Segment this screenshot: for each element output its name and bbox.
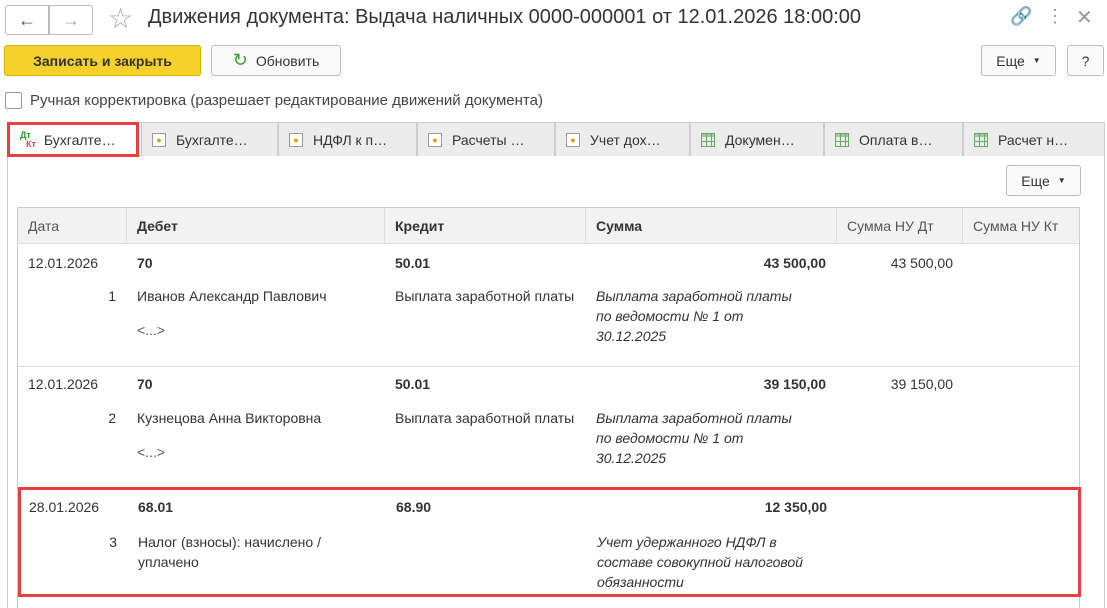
tab-label: Бухгалте… — [43, 131, 116, 148]
sum: 39 150,00 — [763, 376, 826, 392]
tab-settlements[interactable]: ● Расчеты … — [417, 122, 555, 156]
debit-subconto: Иванов Александр Павлович — [137, 288, 327, 304]
col-credit[interactable]: Кредит — [385, 208, 586, 244]
register-coins-icon: ● — [566, 132, 580, 147]
tab-label: Расчеты … — [452, 131, 525, 148]
col-sum[interactable]: Сумма — [586, 208, 837, 244]
col-debit[interactable]: Дебет — [127, 208, 385, 244]
movements-table: Дата Дебет Кредит Сумма Сумма НУ Дт Сумм… — [17, 207, 1081, 608]
row-number: 1 — [108, 288, 116, 304]
col-sum-nu-kt[interactable]: Сумма НУ Кт — [963, 208, 1081, 244]
dt-kt-icon: Дт Кт — [20, 129, 36, 149]
register-coins-icon: ● — [428, 132, 442, 147]
save-and-close-button[interactable]: Записать и закрыть — [4, 45, 201, 76]
help-button[interactable]: ? — [1067, 45, 1104, 76]
more-button[interactable]: Еще ▼ — [981, 45, 1056, 76]
row-date: 12.01.2026 — [28, 255, 99, 271]
tab-documents[interactable]: Докумен… — [690, 122, 824, 156]
debit-account: 68.01 — [138, 499, 174, 515]
table-header: Дата Дебет Кредит Сумма Сумма НУ Дт Сумм… — [18, 208, 1079, 244]
col-sum-nu-dt[interactable]: Сумма НУ Дт — [837, 208, 963, 244]
register-coins-icon: ● — [289, 132, 303, 147]
close-icon[interactable]: ✕ — [1076, 5, 1093, 30]
tab-accounting-2[interactable]: ● Бухгалте… — [141, 122, 278, 156]
sum-nu-dt: 39 150,00 — [890, 376, 953, 392]
tab-label: Расчет н… — [998, 131, 1069, 148]
tab-label: Бухгалте… — [176, 131, 248, 148]
sum: 43 500,00 — [763, 255, 826, 271]
row-date: 28.01.2026 — [29, 499, 100, 515]
manual-correction-label: Ручная корректировка (разрешает редактир… — [30, 92, 543, 109]
panel-more-button[interactable]: Еще ▼ — [1006, 165, 1081, 196]
table-grid-icon — [701, 132, 715, 147]
table-grid-icon — [974, 132, 988, 147]
debit-subconto: Кузнецова Анна Викторовна — [137, 410, 322, 426]
refresh-icon: ↻ — [232, 50, 248, 70]
manual-correction-checkbox[interactable] — [5, 92, 22, 109]
more-label: Еще — [996, 52, 1025, 69]
debit-subconto-2: <...> — [137, 444, 166, 460]
sum: 12 350,00 — [764, 499, 827, 515]
tab-calculation[interactable]: Расчет н… — [963, 122, 1105, 156]
credit-account: 50.01 — [395, 255, 431, 271]
col-date[interactable]: Дата — [18, 208, 127, 244]
refresh-button[interactable]: ↻ Обновить — [211, 45, 341, 76]
forward-button[interactable]: → — [49, 5, 93, 35]
credit-subconto: Выплата заработной платы — [395, 288, 575, 304]
credit-account: 68.90 — [396, 499, 432, 515]
debit-subconto-2: <...> — [137, 322, 166, 338]
tab-label: Докумен… — [725, 131, 795, 148]
tab-label: Учет дох… — [590, 131, 661, 148]
back-button[interactable]: ← — [5, 5, 49, 35]
row-number: 2 — [108, 410, 116, 426]
table-row-highlighted[interactable]: 28.01.2026 3 68.01 Налог (взносы): начис… — [18, 487, 1081, 597]
favorite-star-icon[interactable]: ☆ — [108, 2, 133, 35]
row-number: 3 — [109, 534, 117, 550]
content: Учет удержанного НДФЛ в составе совокупн… — [597, 534, 803, 590]
row-date: 12.01.2026 — [28, 376, 99, 392]
table-grid-icon — [835, 132, 849, 147]
credit-account: 50.01 — [395, 376, 431, 392]
tab-income[interactable]: ● Учет дох… — [555, 122, 690, 156]
debit-account: 70 — [137, 376, 153, 392]
menu-dots-icon[interactable]: ⋮ — [1046, 6, 1064, 27]
credit-subconto: Выплата заработной платы — [395, 410, 575, 426]
refresh-label: Обновить — [255, 52, 320, 69]
debit-subconto: Налог (взносы): начислено / уплачено — [138, 534, 321, 570]
window-title: Движения документа: Выдача наличных 0000… — [148, 6, 862, 28]
tab-label: НДФЛ к п… — [313, 131, 388, 148]
tab-accounting-register[interactable]: Дт Кт Бухгалте… — [7, 122, 139, 157]
more-label: Еще — [1021, 172, 1050, 189]
content: Выплата заработной платы по ведомости № … — [596, 410, 792, 466]
tab-ndfl[interactable]: ● НДФЛ к п… — [278, 122, 417, 156]
debit-account: 70 — [137, 255, 153, 271]
tab-label: Оплата в… — [859, 131, 933, 148]
register-coins-icon: ● — [152, 132, 166, 147]
sum-nu-dt: 43 500,00 — [890, 255, 953, 271]
content: Выплата заработной платы по ведомости № … — [596, 288, 792, 344]
tab-payment[interactable]: Оплата в… — [824, 122, 963, 156]
link-icon[interactable]: 🔗 — [1010, 6, 1032, 27]
